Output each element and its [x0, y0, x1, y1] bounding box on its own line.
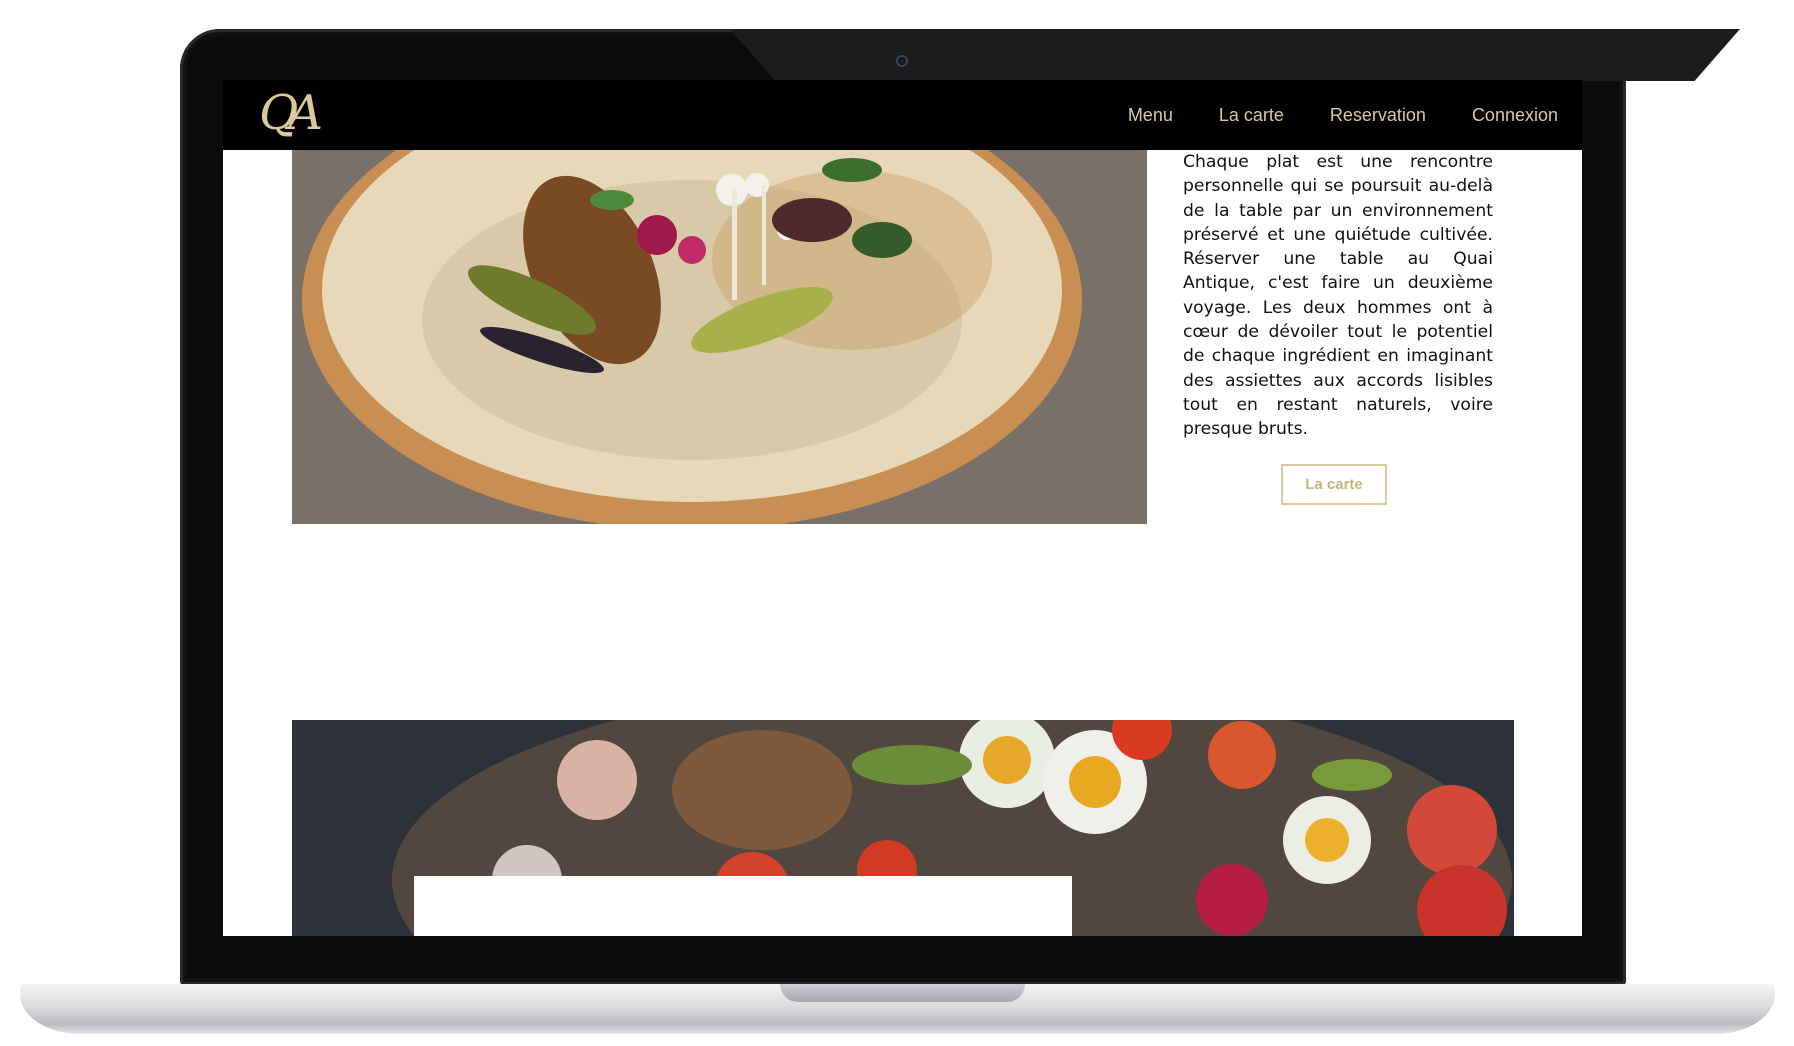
laptop-base-notch [780, 984, 1025, 1002]
camera-icon [896, 55, 908, 67]
nav-link-la-carte[interactable]: La carte [1219, 105, 1284, 126]
overlay-card [414, 876, 1072, 936]
navbar: QA Menu La carte Reservation Connexion [223, 80, 1582, 150]
laptop-notch [730, 29, 1740, 81]
website-screen: QA Menu La carte Reservation Connexion C… [223, 80, 1582, 936]
nav-link-reservation[interactable]: Reservation [1330, 105, 1426, 126]
logo[interactable]: QA [259, 85, 323, 141]
nav-links: Menu La carte Reservation Connexion [1128, 105, 1558, 126]
nav-link-menu[interactable]: Menu [1128, 105, 1173, 126]
intro-paragraph: Chaque plat est une rencontre personnell… [1183, 152, 1493, 440]
nav-link-connexion[interactable]: Connexion [1472, 105, 1558, 126]
food-photo-plate [292, 150, 1147, 524]
la-carte-button[interactable]: La carte [1281, 464, 1387, 505]
